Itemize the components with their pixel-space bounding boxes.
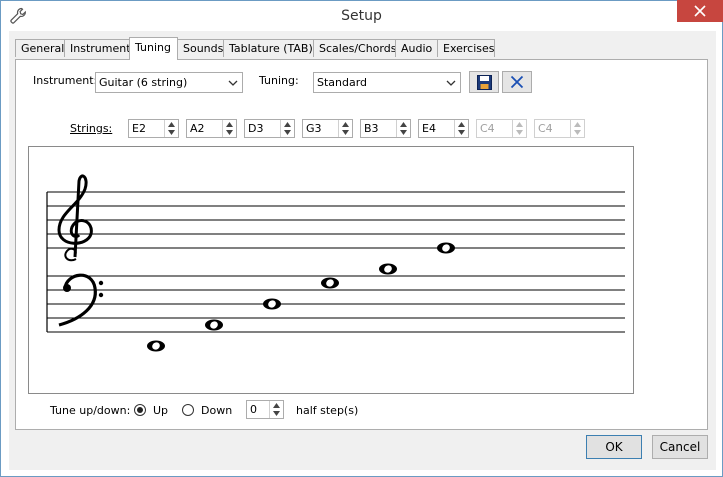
chevron-down-icon (228, 80, 238, 86)
string-5-spinner[interactable]: B3 (360, 119, 411, 138)
tuning-value: Standard (317, 76, 368, 89)
dialog-body: General Instruments Tuning Sounds Tablat… (9, 31, 716, 470)
string-stepper[interactable] (222, 120, 236, 137)
string-note-value: E2 (132, 122, 146, 135)
spin-down-icon[interactable] (339, 128, 352, 136)
note-head (263, 298, 281, 310)
tuning-dropdown[interactable]: Standard (313, 72, 461, 93)
spin-up-icon[interactable] (339, 120, 352, 128)
spin-up-icon[interactable] (281, 120, 294, 128)
string-4-spinner[interactable]: G3 (302, 119, 353, 138)
tuning-label: Tuning: (259, 74, 299, 87)
spin-up-icon[interactable] (270, 401, 283, 409)
window-title: Setup (341, 8, 382, 24)
spin-up-icon[interactable] (165, 120, 178, 128)
tuning-panel: Instrument: Guitar (6 string) Tuning: St… (15, 59, 708, 430)
note-head (205, 319, 223, 331)
tab-scales-chords[interactable]: Scales/Chords (313, 39, 396, 57)
spin-up-icon (571, 120, 584, 128)
string-note-value: C4 (480, 122, 495, 135)
tab-exercises[interactable]: Exercises (437, 39, 495, 57)
note-head (437, 242, 455, 254)
tune-up-radio[interactable] (134, 404, 146, 416)
staff-canvas (46, 174, 625, 352)
string-stepper[interactable] (338, 120, 352, 137)
instrument-value: Guitar (6 string) (99, 76, 188, 89)
tab-general[interactable]: General (15, 39, 65, 57)
staff-display (28, 146, 634, 394)
title-bar[interactable]: Setup (1, 0, 723, 31)
half-steps-suffix: half step(s) (296, 404, 359, 417)
spin-up-icon[interactable] (397, 120, 410, 128)
tune-label: Tune up/down: (50, 404, 131, 417)
string-note-value: B3 (364, 122, 379, 135)
string-2-spinner[interactable]: A2 (186, 119, 237, 138)
spin-down-icon[interactable] (165, 128, 178, 136)
string-stepper[interactable] (454, 120, 468, 137)
spin-down-icon[interactable] (397, 128, 410, 136)
strings-label: Strings: (70, 122, 113, 135)
save-tuning-button[interactable] (469, 71, 499, 93)
tune-up-label: Up (153, 404, 169, 417)
string-stepper[interactable] (396, 120, 410, 137)
spin-up-icon[interactable] (455, 120, 468, 128)
spin-down-icon[interactable] (455, 128, 468, 136)
close-icon (694, 5, 706, 17)
ok-button[interactable]: OK (586, 435, 642, 459)
chevron-down-icon (446, 80, 456, 86)
tune-down-radio[interactable] (182, 404, 194, 416)
string-stepper (570, 120, 584, 137)
delete-tuning-button[interactable] (502, 71, 532, 93)
instrument-dropdown[interactable]: Guitar (6 string) (95, 72, 243, 93)
cancel-button[interactable]: Cancel (652, 435, 708, 459)
spin-down-icon (513, 128, 526, 136)
close-icon (510, 75, 524, 89)
tab-tuning[interactable]: Tuning (129, 37, 178, 60)
tab-sounds[interactable]: Sounds (177, 39, 224, 57)
string-stepper[interactable] (164, 120, 178, 137)
note-head (321, 277, 339, 289)
string-8-spinner: C4 (534, 119, 585, 138)
half-steps-spinner[interactable]: 0 (246, 400, 284, 419)
spin-up-icon[interactable] (223, 120, 236, 128)
string-stepper (512, 120, 526, 137)
string-note-value: A2 (190, 122, 205, 135)
string-6-spinner[interactable]: E4 (418, 119, 469, 138)
tab-audio[interactable]: Audio (395, 39, 438, 57)
string-note-value: D3 (248, 122, 264, 135)
half-steps-value: 0 (250, 403, 257, 416)
note-heads (147, 242, 455, 352)
spin-down-icon (571, 128, 584, 136)
tune-down-label: Down (201, 404, 233, 417)
string-stepper[interactable] (280, 120, 294, 137)
spin-down-icon[interactable] (281, 128, 294, 136)
note-head (147, 340, 165, 352)
half-steps-stepper[interactable] (269, 401, 283, 418)
save-icon (476, 74, 492, 90)
instrument-label: Instrument: (33, 74, 98, 87)
treble-staff (47, 191, 625, 249)
tab-tablature[interactable]: Tablature (TAB) (223, 39, 314, 57)
string-note-value: E4 (422, 122, 436, 135)
string-note-value: G3 (306, 122, 322, 135)
string-note-value: C4 (538, 122, 553, 135)
spin-up-icon (513, 120, 526, 128)
note-head (379, 263, 397, 275)
spin-down-icon[interactable] (270, 409, 283, 417)
string-1-spinner[interactable]: E2 (128, 119, 179, 138)
setup-window: Setup General Instruments Tuning Sounds … (0, 0, 723, 477)
string-3-spinner[interactable]: D3 (244, 119, 295, 138)
spin-down-icon[interactable] (223, 128, 236, 136)
string-7-spinner: C4 (476, 119, 527, 138)
close-button[interactable] (677, 0, 723, 22)
tab-instruments[interactable]: Instruments (64, 39, 136, 57)
